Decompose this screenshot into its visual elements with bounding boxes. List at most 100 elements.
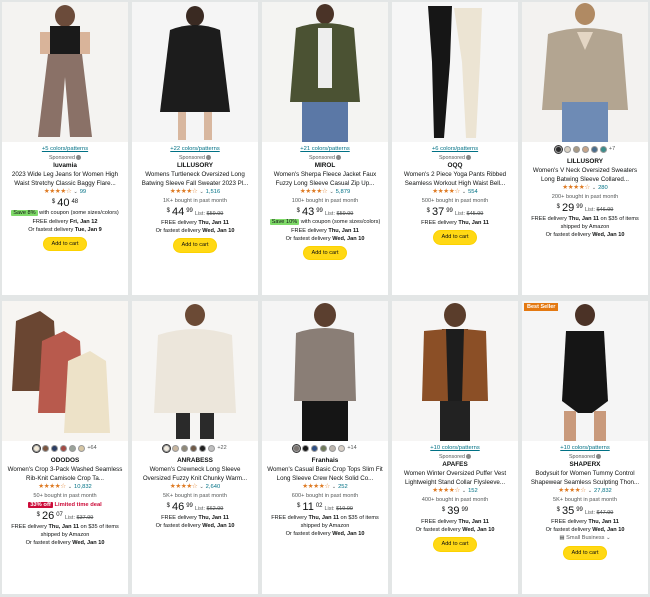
- product-image[interactable]: [522, 2, 648, 142]
- info-icon[interactable]: [466, 155, 472, 161]
- product-card[interactable]: +7 LILLUSORY Women's V Neck Oversized Sw…: [522, 2, 648, 295]
- colors-link[interactable]: +10 colors/patterns: [396, 444, 514, 453]
- review-count[interactable]: 554: [468, 188, 478, 197]
- color-swatches[interactable]: +64: [6, 443, 124, 454]
- chevron-down-icon[interactable]: ⌄: [462, 188, 466, 197]
- swatch-more[interactable]: +14: [347, 444, 356, 453]
- add-to-cart-button[interactable]: Add to cart: [43, 236, 87, 252]
- chevron-down-icon[interactable]: ⌄: [592, 184, 596, 193]
- product-card[interactable]: +22 colors/patterns Sponsored LILLUSORY …: [132, 2, 258, 295]
- colors-link[interactable]: +21 colors/patterns: [266, 145, 384, 154]
- coupon[interactable]: Save 10% with coupon (some sizes/colors): [266, 219, 384, 227]
- review-count[interactable]: 152: [468, 487, 478, 496]
- rating[interactable]: ★★★★☆ ⌄ 152: [396, 487, 514, 496]
- product-image[interactable]: [2, 301, 128, 441]
- rating[interactable]: ★★★★☆ ⌄ 1,516: [136, 188, 254, 197]
- add-to-cart-button[interactable]: Add to cart: [173, 238, 217, 253]
- review-count[interactable]: 10,832: [74, 483, 92, 492]
- price[interactable]: $35 99 List: $47.99: [526, 505, 644, 518]
- swatch[interactable]: [78, 445, 86, 452]
- swatch[interactable]: [181, 445, 189, 452]
- review-count[interactable]: 27,832: [594, 487, 612, 496]
- chevron-down-icon[interactable]: ⌄: [329, 188, 333, 197]
- swatch[interactable]: [199, 445, 207, 452]
- price[interactable]: $46 99 List: $62.99: [136, 501, 254, 514]
- coupon[interactable]: Save 8% with coupon (some sizes/colors): [6, 210, 124, 218]
- swatch[interactable]: [161, 443, 172, 454]
- product-image[interactable]: [132, 2, 258, 142]
- color-swatches[interactable]: +7: [526, 144, 644, 155]
- product-image[interactable]: [392, 2, 518, 142]
- add-to-cart-button[interactable]: Add to cart: [433, 537, 477, 552]
- swatch[interactable]: [51, 445, 59, 452]
- product-title[interactable]: 2023 Wide Leg Jeans for Women High Waist…: [6, 171, 124, 188]
- add-to-cart-button[interactable]: Add to cart: [303, 245, 347, 261]
- product-image[interactable]: [2, 2, 128, 142]
- product-title[interactable]: Bodysuit for Women Tummy Control Shapewe…: [526, 470, 644, 487]
- product-title[interactable]: Women Winter Oversized Puffer Vest Light…: [396, 470, 514, 487]
- swatch[interactable]: [329, 445, 337, 452]
- add-to-cart-button[interactable]: Add to cart: [433, 230, 477, 245]
- product-title[interactable]: Women's Casual Basic Crop Tops Slim Fit …: [266, 466, 384, 483]
- review-count[interactable]: 280: [598, 184, 608, 193]
- info-icon[interactable]: [76, 155, 82, 161]
- rating[interactable]: ★★★★☆ ⌄ 99: [6, 188, 124, 197]
- colors-link[interactable]: +22 colors/patterns: [136, 145, 254, 154]
- product-card[interactable]: +21 colors/patterns Sponsored MIROL Wome…: [262, 2, 388, 295]
- swatch[interactable]: [208, 445, 216, 452]
- product-image[interactable]: [392, 301, 518, 441]
- swatch[interactable]: [563, 146, 571, 153]
- add-to-cart-button[interactable]: Add to cart: [563, 545, 607, 561]
- swatch[interactable]: [60, 445, 68, 452]
- product-card[interactable]: Best Seller +10 colors/patterns Sponsore…: [522, 301, 648, 594]
- rating[interactable]: ★★★★☆ ⌄ 554: [396, 188, 514, 197]
- product-title[interactable]: Women's Crop 3-Pack Washed Seamless Rib-…: [6, 466, 124, 483]
- color-swatches[interactable]: +22: [136, 443, 254, 454]
- chevron-down-icon[interactable]: ⌄: [73, 188, 77, 197]
- swatch[interactable]: [572, 146, 580, 153]
- price[interactable]: $40 48: [6, 197, 124, 210]
- rating[interactable]: ★★★★☆ ⌄ 27,832: [526, 487, 644, 496]
- price[interactable]: $39 99: [396, 505, 514, 518]
- rating[interactable]: ★★★★☆ ⌄ 5,879: [266, 188, 384, 197]
- color-swatches[interactable]: +14: [266, 443, 384, 454]
- product-title[interactable]: Women's Crewneck Long Sleeve Oversized F…: [136, 466, 254, 483]
- product-title[interactable]: Women's V Neck Oversized Sweaters Long B…: [526, 167, 644, 184]
- price[interactable]: $29 99 List: $46.99: [526, 202, 644, 215]
- colors-link[interactable]: +10 colors/patterns: [526, 444, 644, 453]
- swatch[interactable]: [338, 445, 346, 452]
- rating[interactable]: ★★★★☆ ⌄ 2,640: [136, 483, 254, 492]
- price[interactable]: $37 99 List: $45.99: [396, 206, 514, 219]
- swatch[interactable]: [599, 146, 607, 153]
- small-business-badge[interactable]: ▦ Small Business ⌄: [526, 534, 644, 543]
- swatch-more[interactable]: +22: [217, 444, 226, 453]
- rating[interactable]: ★★★★☆ ⌄ 280: [526, 184, 644, 193]
- rating[interactable]: ★★★★☆ ⌄ 252: [266, 483, 384, 492]
- product-image[interactable]: [262, 301, 388, 441]
- review-count[interactable]: 5,879: [336, 188, 351, 197]
- info-icon[interactable]: [466, 454, 472, 460]
- product-card[interactable]: +5 colors/patterns Sponsored luvamia 202…: [2, 2, 128, 295]
- chevron-down-icon[interactable]: ⌄: [199, 188, 203, 197]
- swatch[interactable]: [302, 445, 310, 452]
- rating[interactable]: ★★★★☆ ⌄ 10,832: [6, 483, 124, 492]
- review-count[interactable]: 252: [338, 483, 348, 492]
- product-card[interactable]: +14 Franhais Women's Casual Basic Crop T…: [262, 301, 388, 594]
- price[interactable]: $11 02 List: $19.99: [266, 501, 384, 514]
- chevron-down-icon[interactable]: ⌄: [588, 487, 592, 496]
- swatch[interactable]: [311, 445, 319, 452]
- product-image[interactable]: [262, 2, 388, 142]
- swatch[interactable]: [320, 445, 328, 452]
- swatch[interactable]: [190, 445, 198, 452]
- swatch[interactable]: [31, 443, 42, 454]
- chevron-down-icon[interactable]: ⌄: [332, 483, 336, 492]
- product-card[interactable]: +10 colors/patterns Sponsored APAFES Wom…: [392, 301, 518, 594]
- product-card[interactable]: +64 ODODOS Women's Crop 3-Pack Washed Se…: [2, 301, 128, 594]
- swatch[interactable]: [172, 445, 180, 452]
- price[interactable]: $26 07 List: $37.99: [6, 510, 124, 523]
- price[interactable]: $43 99 List: $59.99: [266, 206, 384, 219]
- product-card[interactable]: +22 ANRABESS Women's Crewneck Long Sleev…: [132, 301, 258, 594]
- swatch[interactable]: [553, 144, 564, 155]
- colors-link[interactable]: +6 colors/patterns: [396, 145, 514, 154]
- swatch[interactable]: [69, 445, 77, 452]
